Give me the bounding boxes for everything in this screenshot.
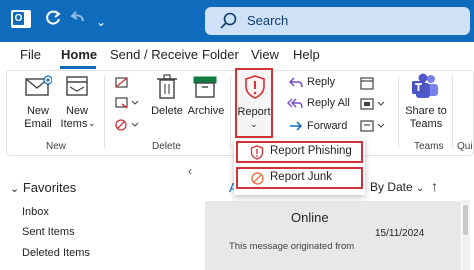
sort-chevron-icon: ⌄	[416, 183, 425, 194]
report-dropdown-menu: Report Phishing Report Junk	[234, 139, 365, 195]
forward-icon	[290, 121, 303, 131]
tab-file[interactable]: File	[20, 47, 41, 62]
tab-home[interactable]: Home	[61, 47, 97, 62]
reply-all-label: Reply All	[307, 97, 350, 109]
ribbon-tabs: File Home Send / Receive Folder View Hel…	[0, 42, 474, 68]
reply-label: Reply	[307, 76, 336, 88]
mail-sender: Online	[291, 210, 329, 225]
new-items-label-2: Items	[60, 118, 88, 130]
group-label-quick-steps: Qui	[457, 141, 473, 152]
junk-icon[interactable]	[114, 117, 140, 133]
group-label-teams: Teams	[414, 141, 444, 152]
meeting-icon[interactable]	[359, 76, 375, 90]
ribbon-separator	[230, 76, 231, 148]
search-placeholder: Search	[247, 13, 289, 28]
junk-block-icon	[251, 172, 264, 185]
phishing-shield-icon	[250, 145, 264, 160]
active-tab-indicator	[60, 66, 96, 69]
undo-icon[interactable]	[70, 8, 86, 33]
ribbon-separator	[398, 76, 399, 148]
report-junk-label: Report Junk	[270, 171, 333, 183]
report-button[interactable]: Report ⌄	[235, 68, 273, 138]
shield-alert-icon	[245, 75, 265, 99]
new-email-label-2: Email	[24, 118, 52, 130]
chevron-down-icon: ⌄	[10, 183, 20, 195]
share-to-teams-label-2: Teams	[409, 118, 443, 130]
share-to-teams-label-1: Share to	[405, 105, 447, 117]
reply-all-icon	[287, 98, 303, 109]
ribbon-separator	[452, 76, 453, 148]
group-label-new: New	[46, 141, 67, 152]
archive-icon	[193, 76, 217, 98]
favorites-label: Favorites	[22, 180, 77, 195]
report-junk-menu-item[interactable]: Report Junk	[236, 167, 363, 189]
report-phishing-label: Report Phishing	[270, 145, 352, 157]
archive-label: Archive	[187, 105, 225, 117]
forward-label: Forward	[307, 120, 348, 132]
tab-folder[interactable]: Folder	[202, 47, 239, 62]
sort-label: By Date	[370, 180, 413, 194]
ignore-icon[interactable]	[114, 76, 130, 90]
tab-help[interactable]: Help	[293, 47, 320, 62]
tab-send-receive[interactable]: Send / Receive	[110, 47, 198, 62]
folder-sent-items[interactable]: Sent Items	[22, 226, 75, 238]
new-items-chevron-icon: ⌄	[88, 118, 96, 128]
ribbon-separator	[104, 76, 105, 148]
folder-deleted-items[interactable]: Deleted Items	[22, 247, 90, 259]
cleanup-icon[interactable]	[114, 96, 140, 110]
scrollbar-thumb[interactable]	[463, 205, 468, 235]
favorites-header[interactable]: ⌄ Favorites	[10, 180, 76, 195]
trash-icon	[157, 74, 177, 99]
more-respond-icon[interactable]	[359, 119, 387, 133]
teams-icon	[412, 73, 438, 98]
sync-icon[interactable]	[44, 8, 62, 33]
collapse-pane-icon[interactable]: ‹	[188, 164, 192, 178]
delete-label: Delete	[151, 105, 183, 117]
group-label-delete: Delete	[152, 141, 181, 152]
tab-view[interactable]: View	[251, 47, 279, 62]
report-chevron-icon: ⌄	[250, 119, 258, 129]
outlook-logo-icon	[11, 10, 31, 28]
folder-inbox[interactable]: Inbox	[22, 206, 49, 218]
search-input[interactable]: Search	[205, 7, 470, 35]
new-email-label-1: New	[26, 105, 49, 117]
sort-by-date-button[interactable]: By Date ⌄	[370, 180, 424, 194]
search-icon	[220, 12, 237, 29]
title-bar: ⌄ Search	[0, 0, 474, 42]
sort-direction-arrow-icon[interactable]: ↑	[431, 178, 438, 194]
mail-preview: This message originated from	[229, 241, 355, 252]
reply-icon	[288, 77, 303, 88]
im-icon[interactable]	[359, 97, 387, 111]
new-items-icon	[66, 76, 88, 96]
report-phishing-menu-item[interactable]: Report Phishing	[236, 141, 363, 163]
quick-access-chevron-icon[interactable]: ⌄	[96, 12, 106, 32]
mail-date: 15/11/2024	[375, 228, 425, 239]
new-email-icon	[25, 75, 52, 96]
